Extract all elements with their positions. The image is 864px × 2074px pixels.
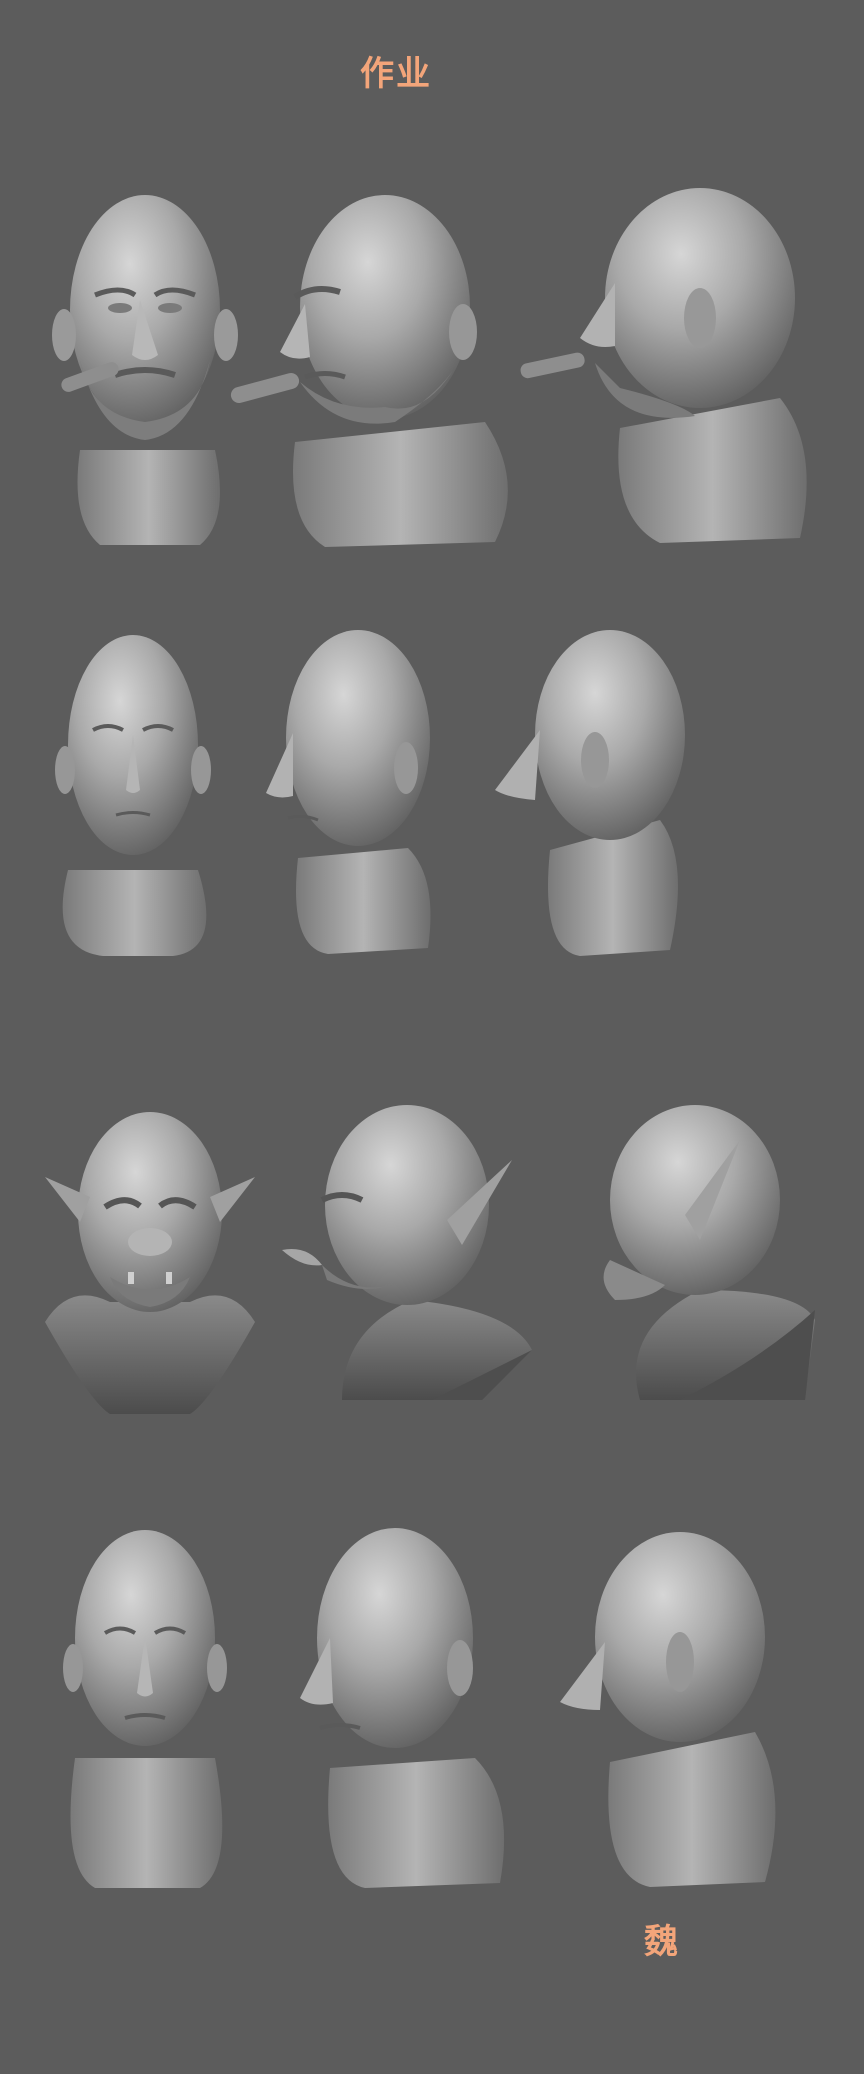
sculpt-row-muscular-man bbox=[0, 1520, 864, 1900]
gaunt-man-three-quarter-view bbox=[266, 630, 431, 954]
orc-front-view bbox=[45, 1112, 255, 1414]
orc-profile-view bbox=[603, 1105, 815, 1400]
muscular-man-front-view bbox=[63, 1530, 227, 1888]
gaunt-man-front-view bbox=[55, 635, 211, 956]
sculpt-sheet: 作业 魏 bbox=[0, 0, 864, 2074]
sheet-title: 作业 bbox=[360, 54, 432, 94]
orc-three-quarter-view bbox=[282, 1105, 532, 1400]
muscular-man-three-quarter-view bbox=[300, 1528, 505, 1888]
sculpt-row-orc bbox=[0, 1100, 864, 1420]
cigar-man-front-view bbox=[52, 195, 238, 545]
gaunt-man-profile-view bbox=[495, 630, 685, 956]
cigar-man-three-quarter-view bbox=[230, 195, 508, 547]
cigar-man-profile-view bbox=[520, 188, 807, 543]
sculpt-row-cigar-man bbox=[0, 180, 864, 560]
muscular-man-profile-view bbox=[560, 1532, 776, 1887]
sculpt-row-gaunt-man bbox=[0, 620, 864, 960]
author-signature: 魏 bbox=[644, 1922, 678, 1962]
